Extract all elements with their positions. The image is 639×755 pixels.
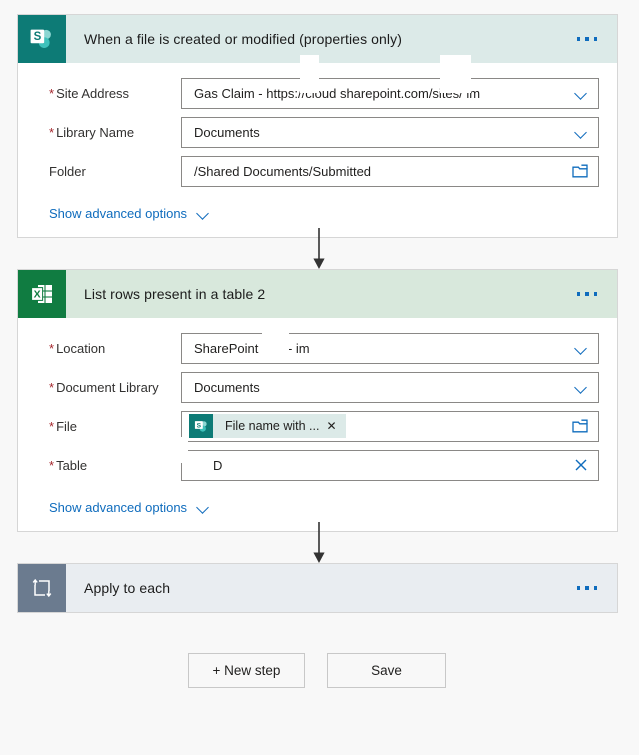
flow-card-list-rows[interactable]: X List rows present in a table 2 * Locati… <box>17 269 618 532</box>
dot-icon <box>593 37 597 41</box>
form-row-table: * Table D <box>36 449 599 481</box>
sharepoint-icon: S <box>189 414 213 438</box>
card-more-menu-list-rows[interactable] <box>576 292 618 296</box>
dot-icon <box>585 292 589 296</box>
input-folder[interactable]: /Shared Documents/Submitted <box>181 155 599 187</box>
card-title-apply-to-each: Apply to each <box>84 580 171 596</box>
card-title-list-rows: List rows present in a table 2 <box>84 286 266 302</box>
label-location: * Location <box>49 340 106 356</box>
label-site-address: * Site Address <box>49 85 130 101</box>
dot-icon <box>585 586 589 590</box>
chevron-down-icon[interactable] <box>575 383 588 391</box>
input-location-value: SharePoint Site - im <box>194 340 310 356</box>
show-advanced-options-label: Show advanced options <box>49 500 188 515</box>
dot-icon <box>585 37 589 41</box>
save-button[interactable]: Save <box>327 653 446 688</box>
form-row-library-name: * Library Name Documents <box>36 116 599 148</box>
chevron-down-icon <box>196 209 212 218</box>
card-header-apply-to-each[interactable]: Apply to each <box>18 564 617 612</box>
form-row-document-library: * Document Library Documents <box>36 371 599 403</box>
folder-picker-icon[interactable] <box>572 164 588 178</box>
redaction-overlay-site-address-2 <box>440 55 471 93</box>
input-folder-value: /Shared Documents/Submitted <box>194 163 372 179</box>
label-table: * Table <box>49 457 88 473</box>
chevron-down-icon[interactable] <box>575 344 588 352</box>
input-table[interactable]: D <box>181 449 599 481</box>
card-title-sharepoint-trigger: When a file is created or modified (prop… <box>84 31 403 47</box>
card-header-list-rows[interactable]: X List rows present in a table 2 <box>18 270 617 318</box>
dot-icon <box>593 586 597 590</box>
form-row-folder: Folder /Shared Documents/Submitted <box>36 155 599 187</box>
input-document-library-value: Documents <box>194 379 260 395</box>
card-body-list-rows: * Location SharePoint Site - im * Document… <box>18 318 617 531</box>
required-asterisk: * <box>49 85 55 101</box>
token-label-file-name: File name with ... <box>225 419 320 433</box>
label-folder: Folder <box>49 163 86 179</box>
required-asterisk: * <box>49 457 55 473</box>
required-asterisk: * <box>49 340 55 356</box>
svg-text:S: S <box>34 31 42 43</box>
flow-designer-canvas: S When a file is created or modified (pr… <box>0 0 639 755</box>
flow-card-apply-to-each[interactable]: Apply to each <box>17 563 618 613</box>
form-row-file: * File S File name with ... ✕ <box>36 410 599 442</box>
input-site-address-value: Gas Claim - https://cloud sharepoint.com… <box>194 85 481 101</box>
dot-icon <box>576 586 580 590</box>
required-asterisk: * <box>49 124 55 140</box>
dot-icon <box>576 37 580 41</box>
label-file: * File <box>49 418 78 434</box>
card-more-menu-sharepoint-trigger[interactable] <box>576 37 618 41</box>
input-file[interactable]: S File name with ... ✕ <box>181 410 599 442</box>
card-more-menu-apply-to-each[interactable] <box>576 586 618 590</box>
excel-icon: X <box>18 270 66 318</box>
input-library-name[interactable]: Documents <box>181 116 599 148</box>
redaction-overlay-table <box>166 437 188 463</box>
token-remove-icon[interactable]: ✕ <box>326 419 345 433</box>
clear-icon[interactable] <box>574 458 588 472</box>
required-asterisk: * <box>49 379 55 395</box>
new-step-button[interactable]: + New step <box>188 653 305 688</box>
sharepoint-icon: S <box>18 15 66 63</box>
redaction-overlay-location <box>262 321 289 355</box>
flow-card-sharepoint-trigger[interactable]: S When a file is created or modified (pr… <box>17 14 618 238</box>
label-library-name: * Library Name <box>49 124 135 140</box>
chevron-down-icon <box>196 503 212 512</box>
chevron-down-icon[interactable] <box>575 89 588 97</box>
redaction-overlay-site-address-1 <box>300 55 319 93</box>
label-document-library: * Document Library <box>49 379 159 395</box>
input-library-name-value: Documents <box>194 124 260 140</box>
folder-picker-icon[interactable] <box>572 419 588 433</box>
input-site-address[interactable]: Gas Claim - https://cloud sharepoint.com… <box>181 77 599 109</box>
dynamic-content-token-file[interactable]: S File name with ... ✕ <box>189 414 346 438</box>
input-document-library[interactable]: Documents <box>181 371 599 403</box>
connector-arrow-2 <box>310 522 328 569</box>
dot-icon <box>593 292 597 296</box>
loop-icon <box>18 564 66 612</box>
form-row-location: * Location SharePoint Site - im <box>36 332 599 364</box>
input-location[interactable]: SharePoint Site - im <box>181 332 599 364</box>
input-table-value: D <box>213 457 223 473</box>
chevron-down-icon[interactable] <box>575 128 588 136</box>
svg-text:X: X <box>34 288 41 300</box>
connector-arrow-1 <box>310 228 328 275</box>
dot-icon <box>576 292 580 296</box>
svg-text:S: S <box>196 422 201 429</box>
required-asterisk: * <box>49 418 55 434</box>
show-advanced-options-label: Show advanced options <box>49 206 188 221</box>
